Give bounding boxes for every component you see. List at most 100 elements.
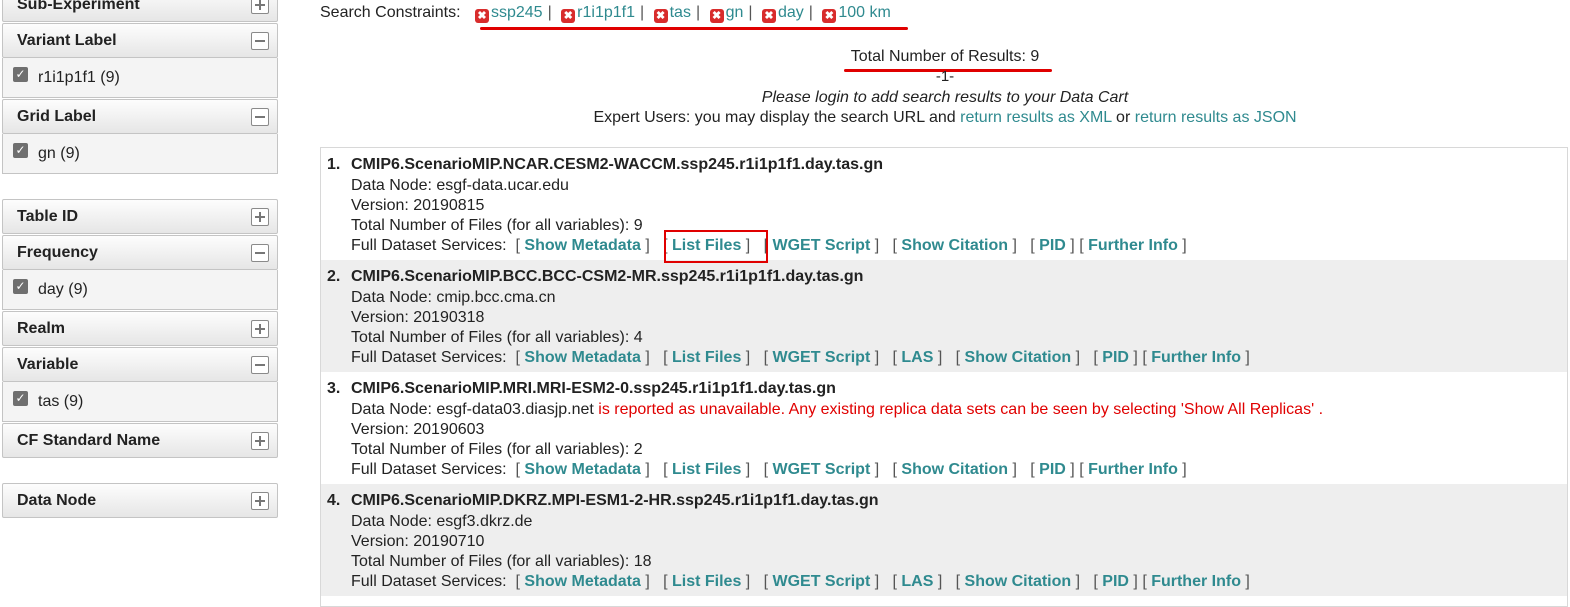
facet-variable: Variable ✓ tas (9) [2,347,278,422]
facet-header-variable[interactable]: Variable [2,347,278,382]
result-item: 2. CMIP6.ScenarioMIP.BCC.BCC-CSM2-MR.ssp… [321,260,1567,372]
list-files-link[interactable]: List Files [672,573,741,590]
constraint-chip[interactable]: ✖ day [761,4,804,23]
collapse-minus-icon[interactable] [251,108,269,126]
result-item: 4. CMIP6.ScenarioMIP.DKRZ.MPI-ESM1-2-HR.… [321,484,1567,596]
checkbox-checked-icon[interactable]: ✓ [13,391,28,406]
facet-title: Sub-Experiment [17,0,140,13]
constraint-label[interactable]: ssp245 [491,4,543,21]
show-citation-link[interactable]: Show Citation [965,573,1072,590]
data-node-line: Data Node: esgf-data03.diasjp.net is rep… [351,401,1323,419]
constraint-chip[interactable]: ✖ tas [653,4,691,23]
wget-script-link[interactable]: WGET Script [772,461,870,478]
remove-x-icon[interactable]: ✖ [822,9,837,23]
constraint-chip[interactable]: ✖ r1i1p1f1 [561,4,635,23]
constraint-chip[interactable]: ✖ gn [709,4,744,23]
checkbox-checked-icon[interactable]: ✓ [13,67,28,82]
show-citation-link[interactable]: Show Citation [901,461,1008,478]
dataset-services: Full Dataset Services: [ Show Metadata ]… [351,237,1187,254]
facet-realm: Realm [2,311,278,346]
or-text: or [1116,109,1131,126]
collapse-minus-icon[interactable] [251,356,269,374]
show-metadata-link[interactable]: Show Metadata [524,349,640,366]
remove-x-icon[interactable]: ✖ [474,9,489,23]
show-citation-link[interactable]: Show Citation [965,349,1072,366]
checkbox-checked-icon[interactable]: ✓ [13,143,28,158]
json-link[interactable]: return results as JSON [1135,109,1297,126]
show-metadata-link[interactable]: Show Metadata [524,461,640,478]
pid-link[interactable]: PID [1039,461,1066,478]
expand-plus-icon[interactable] [251,0,269,14]
checkbox-checked-icon[interactable]: ✓ [13,279,28,294]
wget-script-link[interactable]: WGET Script [772,573,870,590]
collapse-minus-icon[interactable] [251,244,269,262]
show-metadata-link[interactable]: Show Metadata [524,237,640,254]
wget-script-link[interactable]: WGET Script [772,237,870,254]
facet-title: Data Node [17,491,97,509]
result-item: 3. CMIP6.ScenarioMIP.MRI.MRI-ESM2-0.ssp2… [321,372,1567,484]
list-files-link[interactable]: List Files [672,349,741,366]
facet-header-data-node[interactable]: Data Node [2,483,278,518]
las-link[interactable]: LAS [901,573,933,590]
further-info-link[interactable]: Further Info [1151,573,1241,590]
constraint-label[interactable]: day [778,4,804,21]
result-number: 3. [327,380,341,397]
further-info-link[interactable]: Further Info [1088,237,1178,254]
further-info-link[interactable]: Further Info [1088,461,1178,478]
show-metadata-link[interactable]: Show Metadata [524,573,640,590]
constraint-label[interactable]: tas [670,4,691,21]
services-label: Full Dataset Services: [351,573,507,590]
total-results: Total Number of Results: 9 [850,48,1040,65]
facet-option-label: tas (9) [38,392,84,410]
pid-link[interactable]: PID [1102,573,1129,590]
facet-sidebar: Sub-Experiment Variant Label ✓ r1i1p1f1 … [0,0,280,602]
expand-plus-icon[interactable] [251,208,269,226]
expand-plus-icon[interactable] [251,432,269,450]
show-citation-link[interactable]: Show Citation [901,237,1008,254]
facet-option[interactable]: ✓ r1i1p1f1 (9) [2,58,278,98]
constraint-chip[interactable]: ✖ ssp245 [474,4,543,23]
facet-option-label: day (9) [38,280,88,298]
data-node: Data Node: esgf-data03.diasjp.net [351,401,594,418]
facet-option[interactable]: ✓ day (9) [2,270,278,310]
facet-title: Table ID [17,207,79,225]
services-label: Full Dataset Services: [351,237,507,254]
pid-link[interactable]: PID [1102,349,1129,366]
result-number: 1. [327,156,341,173]
facet-option[interactable]: ✓ gn (9) [2,134,278,174]
file-count: Total Number of Files (for all variables… [351,217,643,234]
data-node: Data Node: cmip.bcc.cma.cn [351,289,556,306]
facet-frequency: Frequency ✓ day (9) [2,235,278,310]
pid-link[interactable]: PID [1039,237,1066,254]
file-count: Total Number of Files (for all variables… [351,553,652,570]
facet-option[interactable]: ✓ tas (9) [2,382,278,422]
facet-header-grid-label[interactable]: Grid Label [2,99,278,134]
facet-header-frequency[interactable]: Frequency [2,235,278,270]
remove-x-icon[interactable]: ✖ [709,9,724,23]
xml-link[interactable]: return results as XML [960,109,1111,126]
expand-plus-icon[interactable] [251,492,269,510]
facet-header-variant-label[interactable]: Variant Label [2,23,278,58]
remove-x-icon[interactable]: ✖ [653,9,668,23]
facet-title: Realm [17,319,66,337]
dataset-services: Full Dataset Services: [ Show Metadata ]… [351,461,1187,478]
constraint-label[interactable]: r1i1p1f1 [577,4,635,21]
remove-x-icon[interactable]: ✖ [561,9,576,23]
constraint-label[interactable]: 100 km [838,4,890,21]
constraints-label: Search Constraints: [320,4,461,21]
dataset-services: Full Dataset Services: [ Show Metadata ]… [351,349,1250,366]
further-info-link[interactable]: Further Info [1151,349,1241,366]
unavailable-warning: is reported as unavailable. Any existing… [598,401,1324,418]
expand-plus-icon[interactable] [251,320,269,338]
collapse-minus-icon[interactable] [251,32,269,50]
facet-header-cf-standard-name[interactable]: CF Standard Name [2,423,278,458]
facet-header-realm[interactable]: Realm [2,311,278,346]
facet-header-sub-experiment[interactable]: Sub-Experiment [2,0,278,22]
constraint-label[interactable]: gn [726,4,744,21]
facet-header-table-id[interactable]: Table ID [2,199,278,234]
remove-x-icon[interactable]: ✖ [761,9,776,23]
constraint-chip[interactable]: ✖ 100 km [822,4,891,23]
las-link[interactable]: LAS [901,349,933,366]
wget-script-link[interactable]: WGET Script [772,349,870,366]
list-files-link[interactable]: List Files [672,461,741,478]
